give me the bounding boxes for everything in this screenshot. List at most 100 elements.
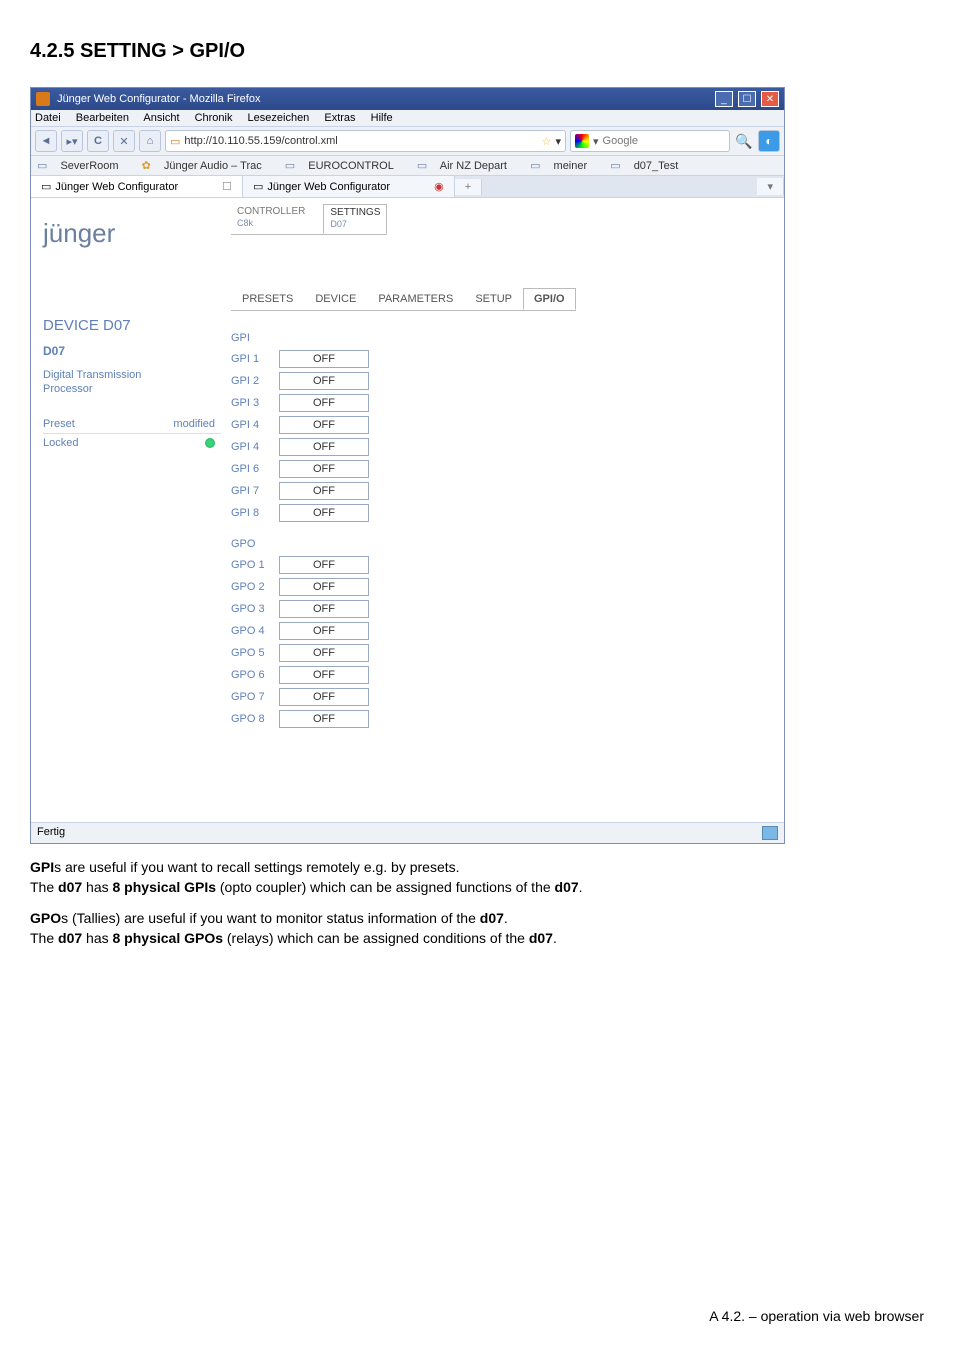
subtab-parameters[interactable]: PARAMETERS xyxy=(367,288,464,310)
gpi-select[interactable]: OFF xyxy=(279,416,369,434)
gpo-select[interactable]: OFF xyxy=(279,600,369,618)
bookmark-item[interactable]: ▭ EUROCONTROL xyxy=(285,160,404,172)
subtab-presets[interactable]: PRESETS xyxy=(231,288,304,310)
locked-led-icon xyxy=(205,438,215,448)
bookmark-item[interactable]: ▭ d07_Test xyxy=(610,160,688,172)
dropdown-icon[interactable]: ▾ xyxy=(555,135,561,148)
gpo-row: GPO 8OFF xyxy=(231,710,774,728)
body-text: GPIs are useful if you want to recall se… xyxy=(30,858,820,948)
gpo-label: GPO 5 xyxy=(231,647,271,659)
gpo-select[interactable]: OFF xyxy=(279,578,369,596)
maximize-button[interactable]: ☐ xyxy=(738,91,756,107)
search-go-icon[interactable]: 🔍 xyxy=(734,133,754,150)
tab-settings[interactable]: SETTINGS D07 xyxy=(323,204,387,234)
preset-row: Preset modified xyxy=(43,415,221,434)
gpi-heading: GPI xyxy=(231,332,774,344)
gpo-label: GPO 4 xyxy=(231,625,271,637)
device-desc: Digital Transmission Processor xyxy=(43,368,221,397)
gpo-select[interactable]: OFF xyxy=(279,666,369,684)
window-controls: _ ☐ ✕ xyxy=(713,91,779,107)
tab-sublabel: D07 xyxy=(330,219,380,229)
pin-icon: ◉ xyxy=(434,180,444,193)
tab-list-button[interactable]: ▾ xyxy=(757,178,784,195)
bookmark-item[interactable]: ✿ Jünger Audio – Trac xyxy=(142,160,272,172)
browser-tab[interactable]: ▭ Jünger Web Configurator ◉ xyxy=(243,176,455,197)
titlebar-left: Jünger Web Configurator - Mozilla Firefo… xyxy=(36,92,260,106)
gpi-select[interactable]: OFF xyxy=(279,460,369,478)
device-title: DEVICE D07 xyxy=(43,317,221,334)
tab-close-icon[interactable]: ☐ xyxy=(222,180,232,193)
subtab-setup[interactable]: SETUP xyxy=(464,288,523,310)
gpo-select[interactable]: OFF xyxy=(279,688,369,706)
gpo-row: GPO 7 OFF xyxy=(231,688,774,706)
gpo-row: GPO 2 OFF xyxy=(231,578,774,596)
gpo-label: GPO 6 xyxy=(231,669,271,681)
gpo-select[interactable]: OFF xyxy=(279,710,369,728)
tab-controller[interactable]: CONTROLLER C8k xyxy=(231,204,311,234)
browser-tab[interactable]: ▭ Jünger Web Configurator ☐ xyxy=(31,176,243,197)
top-tabs: CONTROLLER C8k SETTINGS D07 xyxy=(231,204,387,234)
gpi-row: GPI 1OFF xyxy=(231,350,774,368)
address-bar[interactable]: ▭ http://10.110.55.159/control.xml ☆ ▾ xyxy=(165,130,566,152)
gpi-select[interactable]: OFF xyxy=(279,394,369,412)
stop-button[interactable]: ✕ xyxy=(113,130,135,152)
gpo-label: GPO 3 xyxy=(231,603,271,615)
gpi-label: GPI 7 xyxy=(231,485,271,497)
tab-icon: ▭ xyxy=(253,180,263,193)
preset-label: Preset xyxy=(43,418,75,430)
device-subtitle: D07 xyxy=(43,344,221,358)
menu-chronik[interactable]: Chronik xyxy=(195,112,233,124)
monitor-icon xyxy=(762,826,778,840)
gpi-select[interactable]: OFF xyxy=(279,504,369,522)
bookmark-item[interactable]: ▭ Air NZ Depart xyxy=(417,160,517,172)
menu-extras[interactable]: Extras xyxy=(324,112,355,124)
gpo-heading: GPO xyxy=(231,538,774,550)
sidebar: CONTROLLER C8k SETTINGS D07 jünger PRESE… xyxy=(31,198,221,822)
bookmark-item[interactable]: ▭ meiner xyxy=(530,160,597,172)
search-box[interactable]: ▾ Google xyxy=(570,130,730,152)
home-button[interactable]: ⌂ xyxy=(139,130,161,152)
gpo-row: GPO 5 OFF xyxy=(231,644,774,662)
bookmark-star-icon[interactable]: ☆ xyxy=(537,132,555,150)
gpi-section: GPI GPI 1OFF GPI 2OFF GPI 3OFF GPI 4OFF … xyxy=(221,332,774,728)
gpi-select[interactable]: OFF xyxy=(279,482,369,500)
forward-button[interactable]: ▸▾ xyxy=(61,130,83,152)
gpo-select[interactable]: OFF xyxy=(279,556,369,574)
menu-bearbeiten[interactable]: Bearbeiten xyxy=(76,112,129,124)
sub-tabs: PRESETS DEVICE PARAMETERS SETUP GPI/O xyxy=(231,288,576,329)
gpo-label: GPO 1 xyxy=(231,559,271,571)
gpi-select[interactable]: OFF xyxy=(279,372,369,390)
minimize-button[interactable]: _ xyxy=(715,91,733,107)
subtab-gpio[interactable]: GPI/O xyxy=(523,288,576,310)
gpi-row: GPI 7 OFF xyxy=(231,482,774,500)
navbar: ◄ ▸▾ C ✕ ⌂ ▭ http://10.110.55.159/contro… xyxy=(31,127,784,156)
menu-ansicht[interactable]: Ansicht xyxy=(143,112,179,124)
new-tab-button[interactable]: + xyxy=(455,179,482,195)
close-button[interactable]: ✕ xyxy=(761,91,779,107)
menu-lesezeichen[interactable]: Lesezeichen xyxy=(248,112,310,124)
site-icon: ▭ xyxy=(170,135,180,148)
firefox-icon xyxy=(36,92,50,106)
gpo-label: GPO 7 xyxy=(231,691,271,703)
gpo-select[interactable]: OFF xyxy=(279,622,369,640)
gpo-label: GPO 2 xyxy=(231,581,271,593)
gpo-select[interactable]: OFF xyxy=(279,644,369,662)
tab-icon: ▭ xyxy=(41,180,51,193)
gpo-row: GPO 1 OFF xyxy=(231,556,774,574)
abp-icon[interactable]: ◐ xyxy=(758,130,780,152)
search-placeholder: Google xyxy=(603,135,638,147)
gpi-label: GPI 3 xyxy=(231,397,271,409)
subtab-device[interactable]: DEVICE xyxy=(304,288,367,310)
reload-button[interactable]: C xyxy=(87,130,109,152)
page-footer: A 4.2. – operation via web browser xyxy=(30,1308,924,1324)
back-button[interactable]: ◄ xyxy=(35,130,57,152)
bookmark-item[interactable]: ▭ SeverRoom xyxy=(37,160,129,172)
google-icon xyxy=(575,134,589,148)
gpi-select[interactable]: OFF xyxy=(279,350,369,368)
tab-strip: ▭ Jünger Web Configurator ☐ ▭ Jünger Web… xyxy=(31,176,784,198)
status-text: Fertig xyxy=(37,826,65,840)
menu-datei[interactable]: Datei xyxy=(35,112,61,124)
gpi-row: GPI 4OFF xyxy=(231,416,774,434)
menu-hilfe[interactable]: Hilfe xyxy=(371,112,393,124)
gpi-select[interactable]: OFF xyxy=(279,438,369,456)
